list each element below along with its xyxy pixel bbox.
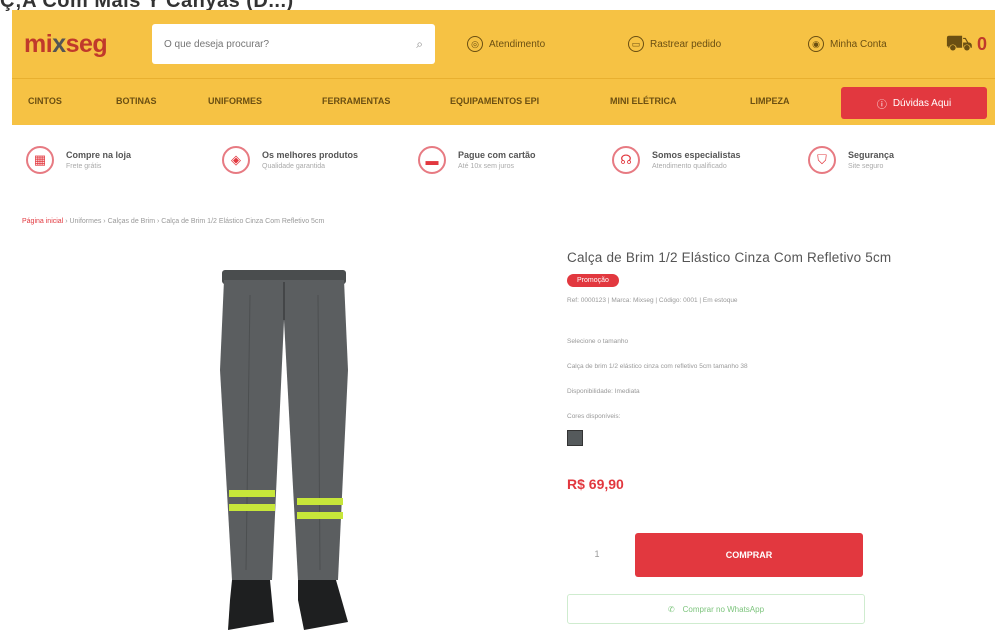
breadcrumb-path[interactable]: › Uniformes › Calças de Brim › Calça de … [63,218,324,225]
question-icon: ⓘ [876,99,887,111]
product-info: Calça de Brim 1/2 Elástico Cinza Com Ref… [567,250,987,492]
product-image[interactable] [180,250,410,637]
product-line: Selecione o tamanho [567,338,629,345]
cart-icon: ⛟ [945,30,973,55]
product-line: Disponibilidade: Imediata [567,388,640,395]
nav-minha-conta[interactable]: ◉ Minha Conta [808,36,887,52]
product-line: Cores disponíveis: [567,413,621,420]
shield-icon: ⛉ [808,146,836,174]
buy-button[interactable]: COMPRAR [635,533,863,577]
nav-rastrear[interactable]: ▭ Rastrear pedido [628,36,721,52]
whatsapp-icon: ✆ [667,604,675,614]
cart-button[interactable]: ⛟ 0 [945,30,987,59]
product-meta: Ref: 0000123 | Marca: Mixseg | Código: 0… [567,297,738,304]
card-icon: ▬ [418,146,446,174]
user-icon: ◉ [808,36,824,52]
store-icon: ▦ [26,146,54,174]
benefit-item: ▦ Compre na loja Frete grátis [26,140,131,174]
category-nav: CINTOS BOTINAS UNIFORMES FERRAMENTAS EQU… [12,78,995,125]
benefits-bar: ▦ Compre na loja Frete grátis ◈ Os melhor… [0,140,995,190]
product-title: Calça de Brim 1/2 Elástico Cinza Com Ref… [567,250,892,265]
help-button[interactable]: ⓘ Dúvidas Aqui [841,87,987,119]
cart-count: 0 [976,34,987,54]
whatsapp-button[interactable]: ✆ Comprar no WhatsApp [567,594,865,624]
category-item[interactable]: LIMPEZA [750,96,790,106]
nav-atendimento[interactable]: ◎ Atendimento [467,36,545,52]
product-line: Calça de brim 1/2 elástico cinza com ref… [567,363,748,370]
category-item[interactable]: CINTOS [28,96,62,106]
search-box: ⌕ [152,24,435,64]
category-item[interactable]: UNIFORMES [208,96,262,106]
top-header: mixseg ⌕ ◎ Atendimento ▭ Rastrear pedido… [12,10,995,78]
quantity-stepper[interactable]: 1 [567,532,627,576]
search-input[interactable] [164,38,417,50]
logo[interactable]: mixseg [24,30,108,59]
benefit-item: ⛉ Segurança Site seguro [808,140,894,174]
product-price: R$ 69,90 [567,476,624,492]
search-icon[interactable]: ⌕ [416,37,423,52]
category-item[interactable]: MINI ELÉTRICA [610,96,677,106]
benefit-item: ▬ Pague com cartão Até 10x sem juros [418,140,536,174]
category-item[interactable]: BOTINAS [116,96,157,106]
truck-icon: ▭ [628,36,644,52]
promo-badge: Promoção [567,274,619,287]
breadcrumb: Página inicial › Uniformes › Calças de B… [22,218,324,225]
category-item[interactable]: FERRAMENTAS [322,96,390,106]
pants-image [220,270,348,630]
benefit-item: ☊ Somos especialistas Atendimento qualifi… [612,140,741,174]
breadcrumb-home[interactable]: Página inicial [22,218,63,225]
benefit-item: ◈ Os melhores produtos Qualidade garantid… [222,140,358,174]
headset-icon: ☊ [612,146,640,174]
box-icon: ◈ [222,146,250,174]
color-swatch[interactable] [567,430,583,446]
location-icon: ◎ [467,36,483,52]
category-item[interactable]: EQUIPAMENTOS EPI [450,96,539,106]
